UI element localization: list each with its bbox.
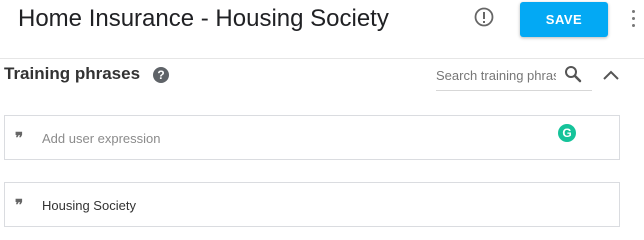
save-button[interactable]: SAVE [520, 2, 608, 37]
more-dot [631, 10, 635, 13]
training-phrase-row[interactable]: ❞ Housing Society [4, 182, 620, 227]
page-header: Home Insurance - Housing Society SAVE [0, 0, 644, 59]
training-phrase-search [436, 62, 592, 91]
training-phrase-text[interactable]: Housing Society [42, 197, 136, 214]
add-user-expression-input[interactable] [42, 128, 542, 148]
info-circle-icon[interactable] [474, 7, 494, 27]
help-circle-icon[interactable]: ? [153, 67, 169, 83]
quote-icon: ❞ [15, 196, 24, 214]
page-title: Home Insurance - Housing Society [18, 5, 389, 32]
add-user-expression-field[interactable]: ❞ G [4, 115, 620, 160]
search-training-phrases-input[interactable] [436, 64, 556, 86]
quote-icon: ❞ [15, 129, 24, 147]
more-dot [631, 24, 635, 27]
grammarly-icon[interactable]: G [558, 124, 576, 142]
chevron-up-icon[interactable] [602, 69, 620, 81]
more-vertical-icon[interactable] [629, 10, 637, 32]
training-phrases-title: Training phrases [4, 64, 141, 83]
more-dot [631, 17, 635, 20]
search-icon[interactable] [564, 65, 582, 83]
